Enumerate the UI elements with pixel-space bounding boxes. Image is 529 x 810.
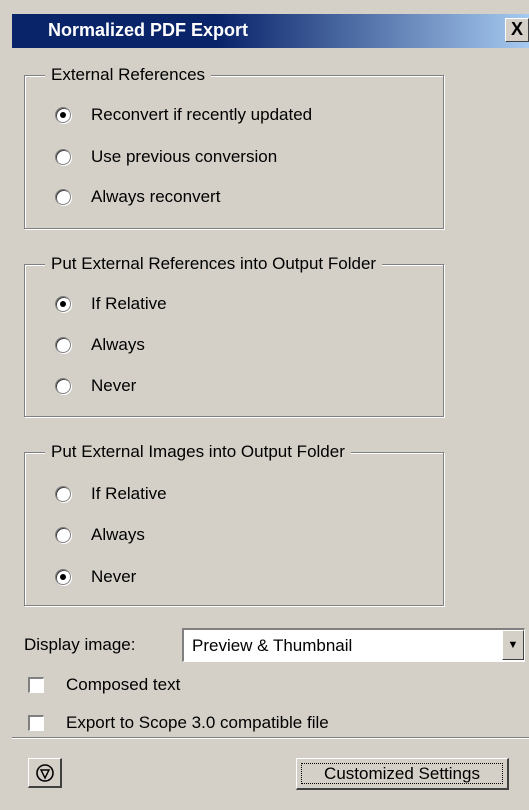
radio-images-if-relative[interactable]: If Relative <box>55 482 167 506</box>
dropdown-arrow-icon[interactable]: ▼ <box>502 630 524 660</box>
desktop-strip <box>0 0 529 14</box>
radio-label: If Relative <box>91 294 167 313</box>
customized-settings-button[interactable]: Customized Settings <box>296 758 509 790</box>
radio-button[interactable] <box>55 569 71 585</box>
radio-images-always[interactable]: Always <box>55 523 145 547</box>
radio-button[interactable] <box>55 296 71 312</box>
radio-button[interactable] <box>55 107 71 123</box>
settings-button-label: Customized Settings <box>301 763 503 784</box>
radio-button[interactable] <box>55 149 71 165</box>
scope-export-checkbox[interactable] <box>28 715 44 731</box>
radio-label: Always reconvert <box>91 187 221 206</box>
checkbox-label: Export to Scope 3.0 compatible file <box>66 713 329 732</box>
radio-button[interactable] <box>55 527 71 543</box>
radio-refs-always[interactable]: Always <box>55 333 145 357</box>
radio-label: Never <box>91 567 137 586</box>
separator <box>12 737 529 739</box>
radio-label: Never <box>91 376 137 395</box>
group-title: External References <box>45 65 212 85</box>
close-button[interactable]: X <box>505 18 529 42</box>
scope-export-option[interactable]: Export to Scope 3.0 compatible file <box>28 711 329 735</box>
radio-label: Always <box>91 335 145 354</box>
radio-reconvert-if-updated[interactable]: Reconvert if recently updated <box>55 103 312 127</box>
radio-button[interactable] <box>55 378 71 394</box>
shield-icon <box>35 763 54 782</box>
title-bar[interactable]: Normalized PDF Export <box>12 14 529 48</box>
radio-label: Use previous conversion <box>91 147 278 166</box>
radio-always-reconvert[interactable]: Always reconvert <box>55 185 220 209</box>
external-references-group: External References Reconvert if recentl… <box>24 65 444 229</box>
references-output-folder-group: Put External References into Output Fold… <box>24 254 444 417</box>
radio-refs-never[interactable]: Never <box>55 374 136 398</box>
window-title: Normalized PDF Export <box>48 20 249 40</box>
group-title: Put External Images into Output Folder <box>45 442 351 462</box>
radio-use-previous[interactable]: Use previous conversion <box>55 145 277 169</box>
profile-button[interactable] <box>28 758 62 788</box>
radio-button[interactable] <box>55 486 71 502</box>
images-output-folder-group: Put External Images into Output Folder I… <box>24 442 444 606</box>
radio-button[interactable] <box>55 189 71 205</box>
radio-button[interactable] <box>55 337 71 353</box>
dialog-panel: External References Reconvert if recentl… <box>12 48 529 810</box>
radio-label: Always <box>91 525 145 544</box>
group-title: Put External References into Output Fold… <box>45 254 383 274</box>
display-image-select[interactable]: Preview & Thumbnail ▼ <box>182 628 525 662</box>
composed-text-checkbox[interactable] <box>28 677 44 693</box>
display-image-value: Preview & Thumbnail <box>192 636 353 655</box>
display-image-label: Display image: <box>24 635 136 654</box>
radio-label: If Relative <box>91 484 167 503</box>
radio-refs-if-relative[interactable]: If Relative <box>55 292 167 316</box>
checkbox-label: Composed text <box>66 675 181 694</box>
radio-images-never[interactable]: Never <box>55 565 136 589</box>
composed-text-option[interactable]: Composed text <box>28 673 180 697</box>
radio-label: Reconvert if recently updated <box>91 105 313 124</box>
